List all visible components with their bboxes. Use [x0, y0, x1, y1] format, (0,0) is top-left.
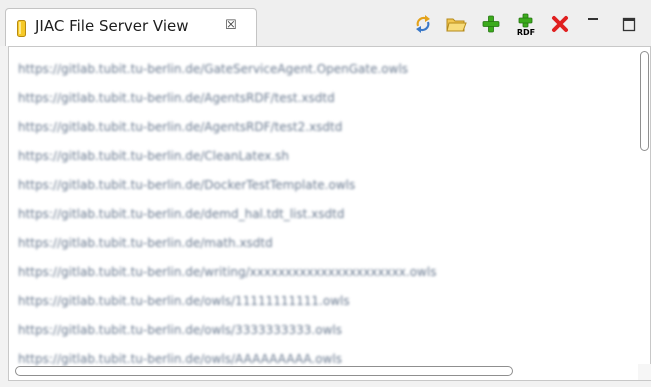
close-tab-icon[interactable]: ☒ [225, 18, 237, 34]
sync-icon[interactable] [412, 13, 434, 35]
file-server-view: JIAC File Server View ☒ RDF https://gitl… [0, 0, 651, 387]
tab-jiac-file-server-view[interactable]: JIAC File Server View ☒ [5, 8, 257, 46]
vertical-scrollbar-thumb[interactable] [640, 51, 649, 151]
list-item[interactable]: https://gitlab.tubit.tu-berlin.de/owls/3… [18, 316, 635, 345]
file-list-panel: https://gitlab.tubit.tu-berlin.de/GateSe… [8, 46, 651, 381]
view-tab-bar: JIAC File Server View ☒ RDF [0, 0, 651, 46]
list-item[interactable]: https://gitlab.tubit.tu-berlin.de/writin… [18, 258, 635, 287]
add-icon[interactable] [480, 13, 502, 35]
list-item[interactable]: https://gitlab.tubit.tu-berlin.de/GateSe… [18, 55, 635, 84]
scrollbar-corner [638, 364, 651, 380]
file-list: https://gitlab.tubit.tu-berlin.de/GateSe… [18, 55, 635, 374]
horizontal-scrollbar[interactable] [11, 364, 636, 377]
tab-title: JIAC File Server View [35, 17, 189, 35]
horizontal-scrollbar-thumb[interactable] [15, 366, 513, 376]
vertical-scrollbar[interactable] [638, 51, 651, 361]
list-item[interactable]: https://gitlab.tubit.tu-berlin.de/owls/1… [18, 287, 635, 316]
list-item[interactable]: https://gitlab.tubit.tu-berlin.de/Agents… [18, 84, 635, 113]
maximize-icon[interactable] [618, 13, 640, 35]
list-item[interactable]: https://gitlab.tubit.tu-berlin.de/CleanL… [18, 142, 635, 171]
list-item[interactable]: https://gitlab.tubit.tu-berlin.de/Docker… [18, 171, 635, 200]
jar-icon [17, 20, 26, 37]
minimize-icon[interactable] [582, 13, 604, 35]
rdf-label: RDF [517, 28, 535, 37]
list-item[interactable]: https://gitlab.tubit.tu-berlin.de/demd_h… [18, 200, 635, 229]
delete-icon[interactable] [549, 13, 571, 35]
list-item[interactable]: https://gitlab.tubit.tu-berlin.de/math.x… [18, 229, 635, 258]
open-folder-icon[interactable] [445, 13, 467, 35]
list-item[interactable]: https://gitlab.tubit.tu-berlin.de/Agents… [18, 113, 635, 142]
add-rdf-icon[interactable]: RDF [514, 13, 536, 37]
